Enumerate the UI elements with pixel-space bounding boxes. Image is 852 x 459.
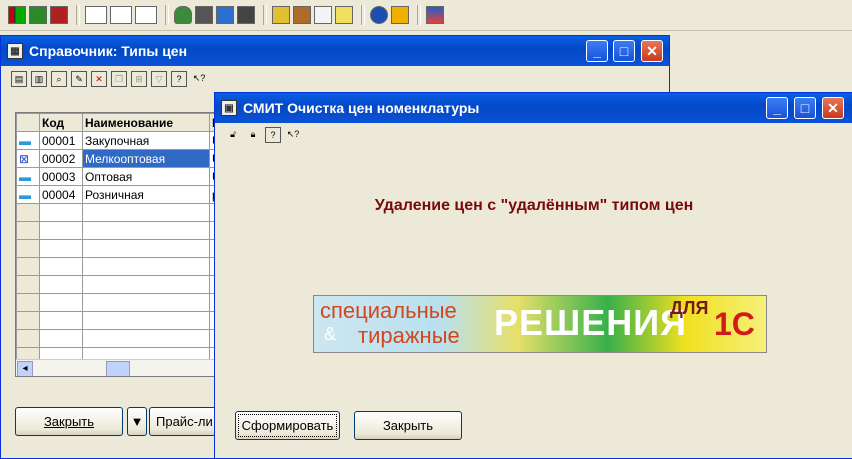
dialog-title: СМИТ Очистка цен номенклатуры	[243, 100, 480, 116]
document-icon[interactable]	[314, 6, 332, 24]
row-name: Мелкооптовая	[82, 149, 210, 168]
empty-row	[16, 329, 214, 348]
toolbar-separator	[361, 5, 365, 25]
folder-icon: ▬	[16, 185, 40, 204]
toolbar-separator	[417, 5, 421, 25]
banner-line2: тиражные	[358, 323, 460, 348]
banner-line1: специальные	[320, 298, 457, 323]
banner-big-text: РЕШЕНИЯ	[494, 302, 687, 343]
chart-icon[interactable]	[8, 6, 26, 24]
export-icon[interactable]	[29, 6, 47, 24]
people-icon[interactable]	[237, 6, 255, 24]
banner-brand: 1С	[714, 306, 755, 342]
new-group-icon[interactable]: ▥	[31, 71, 47, 87]
help-icon[interactable]: ?	[171, 71, 187, 87]
empty-row	[16, 239, 214, 258]
delete-icon[interactable]: ✕	[91, 71, 107, 87]
empty-row	[16, 275, 214, 294]
edit-icon[interactable]: ✎	[71, 71, 87, 87]
dialog-titlebar[interactable]: ▣ СМИТ Очистка цен номенклатуры _ □ ✕	[215, 93, 852, 123]
row-code: 00004	[39, 185, 83, 204]
banner-for: ДЛЯ	[670, 298, 709, 318]
empty-row	[16, 257, 214, 276]
whats-this-icon[interactable]: ↖?	[191, 71, 207, 87]
dialog-toolbar: 🔓︎ 🔒︎ ? ↖?	[215, 123, 852, 147]
print-icon[interactable]	[195, 6, 213, 24]
invoice-icon[interactable]	[85, 6, 107, 24]
banner-ampersand: &	[324, 324, 337, 344]
toolbar-separator	[263, 5, 267, 25]
horizontal-scrollbar[interactable]: ◂	[16, 359, 214, 376]
price-list-button[interactable]: Прайс-ли	[149, 407, 219, 436]
column-header-name[interactable]: Наименование	[82, 113, 210, 132]
money-bag-icon[interactable]	[174, 6, 192, 24]
copy-icon[interactable]: ❐	[111, 71, 127, 87]
toolbar-separator	[76, 5, 80, 25]
close-dialog-button[interactable]: Закрыть	[354, 411, 462, 440]
toolbar-separator	[165, 5, 169, 25]
maximize-button[interactable]: □	[613, 40, 635, 62]
table-row[interactable]: ▬ 00001 Закупочная U	[16, 131, 214, 150]
calculator-icon[interactable]	[391, 6, 409, 24]
price-types-table: Код Наименование Е ▬ 00001 Закупочная U …	[16, 113, 214, 376]
close-window-button[interactable]: ✕	[822, 97, 844, 119]
help-icon[interactable]: ?	[265, 127, 281, 143]
chart-line-icon[interactable]	[335, 6, 353, 24]
reference-toolbar: ▤ ▥ ⌕ ✎ ✕ ❐ ⊞ ▽ ? ↖?	[1, 66, 669, 92]
main-toolbar	[0, 0, 852, 31]
row-code: 00003	[39, 167, 83, 186]
minimize-button[interactable]: _	[586, 40, 608, 62]
empty-row	[16, 293, 214, 312]
scroll-left-icon[interactable]: ◂	[17, 361, 33, 376]
copy-icon[interactable]	[272, 6, 290, 24]
find-icon[interactable]: ⌕	[51, 71, 67, 87]
row-code: 00001	[39, 131, 83, 150]
deleted-mark-icon: ⊠	[16, 149, 40, 168]
table-header-row: Код Наименование Е	[16, 113, 214, 132]
invoice-in-icon[interactable]	[135, 6, 157, 24]
reference-window-title: Справочник: Типы цен	[29, 43, 188, 59]
empty-row	[16, 311, 214, 330]
dialog-heading: Удаление цен с "удалённым" типом цен	[374, 197, 694, 214]
filter-icon[interactable]: ▽	[151, 71, 167, 87]
dialog-icon: ▣	[221, 100, 237, 116]
lock-open-icon[interactable]: 🔓︎	[225, 127, 241, 143]
calendar-icon[interactable]	[216, 6, 234, 24]
marker-column-header	[16, 113, 40, 132]
window-icon: ▦	[7, 43, 23, 59]
table-row[interactable]: ▬ 00004 Розничная р	[16, 185, 214, 204]
new-icon[interactable]: ▤	[11, 71, 27, 87]
row-name: Закупочная	[82, 131, 210, 150]
scroll-thumb[interactable]	[106, 361, 130, 376]
empty-row	[16, 221, 214, 240]
dropdown-arrow-button[interactable]: ▼	[127, 407, 147, 436]
maximize-button[interactable]: □	[794, 97, 816, 119]
row-name: Оптовая	[82, 167, 210, 186]
import-icon[interactable]	[50, 6, 68, 24]
act-icon[interactable]	[110, 6, 132, 24]
table-row-selected[interactable]: ⊠ 00002 Мелкооптовая U	[16, 149, 214, 168]
cleanup-dialog: ▣ СМИТ Очистка цен номенклатуры _ □ ✕ 🔓︎…	[214, 92, 852, 459]
report-icon[interactable]	[293, 6, 311, 24]
minimize-button[interactable]: _	[766, 97, 788, 119]
globe-icon[interactable]	[370, 6, 388, 24]
column-header-code[interactable]: Код	[39, 113, 83, 132]
row-name: Розничная	[82, 185, 210, 204]
empty-row	[16, 203, 214, 222]
row-code: 00002	[39, 149, 83, 168]
tree-icon[interactable]: ⊞	[131, 71, 147, 87]
folder-icon: ▬	[16, 167, 40, 186]
settings-icon[interactable]	[426, 6, 444, 24]
folder-icon: ▬	[16, 131, 40, 150]
whats-this-icon[interactable]: ↖?	[285, 127, 301, 143]
close-window-button[interactable]: ✕	[641, 40, 663, 62]
lock-icon[interactable]: 🔒︎	[245, 127, 261, 143]
price-types-grid[interactable]: Код Наименование Е ▬ 00001 Закупочная U …	[15, 112, 215, 377]
banner-logo: специальные & тиражные РЕШЕНИЯ ДЛЯ 1С	[313, 295, 767, 353]
generate-button[interactable]: Сформировать	[235, 411, 340, 440]
close-reference-button[interactable]: Закрыть	[15, 407, 123, 436]
reference-window-titlebar[interactable]: ▦ Справочник: Типы цен _ □ ✕	[1, 36, 669, 66]
table-row[interactable]: ▬ 00003 Оптовая U	[16, 167, 214, 186]
